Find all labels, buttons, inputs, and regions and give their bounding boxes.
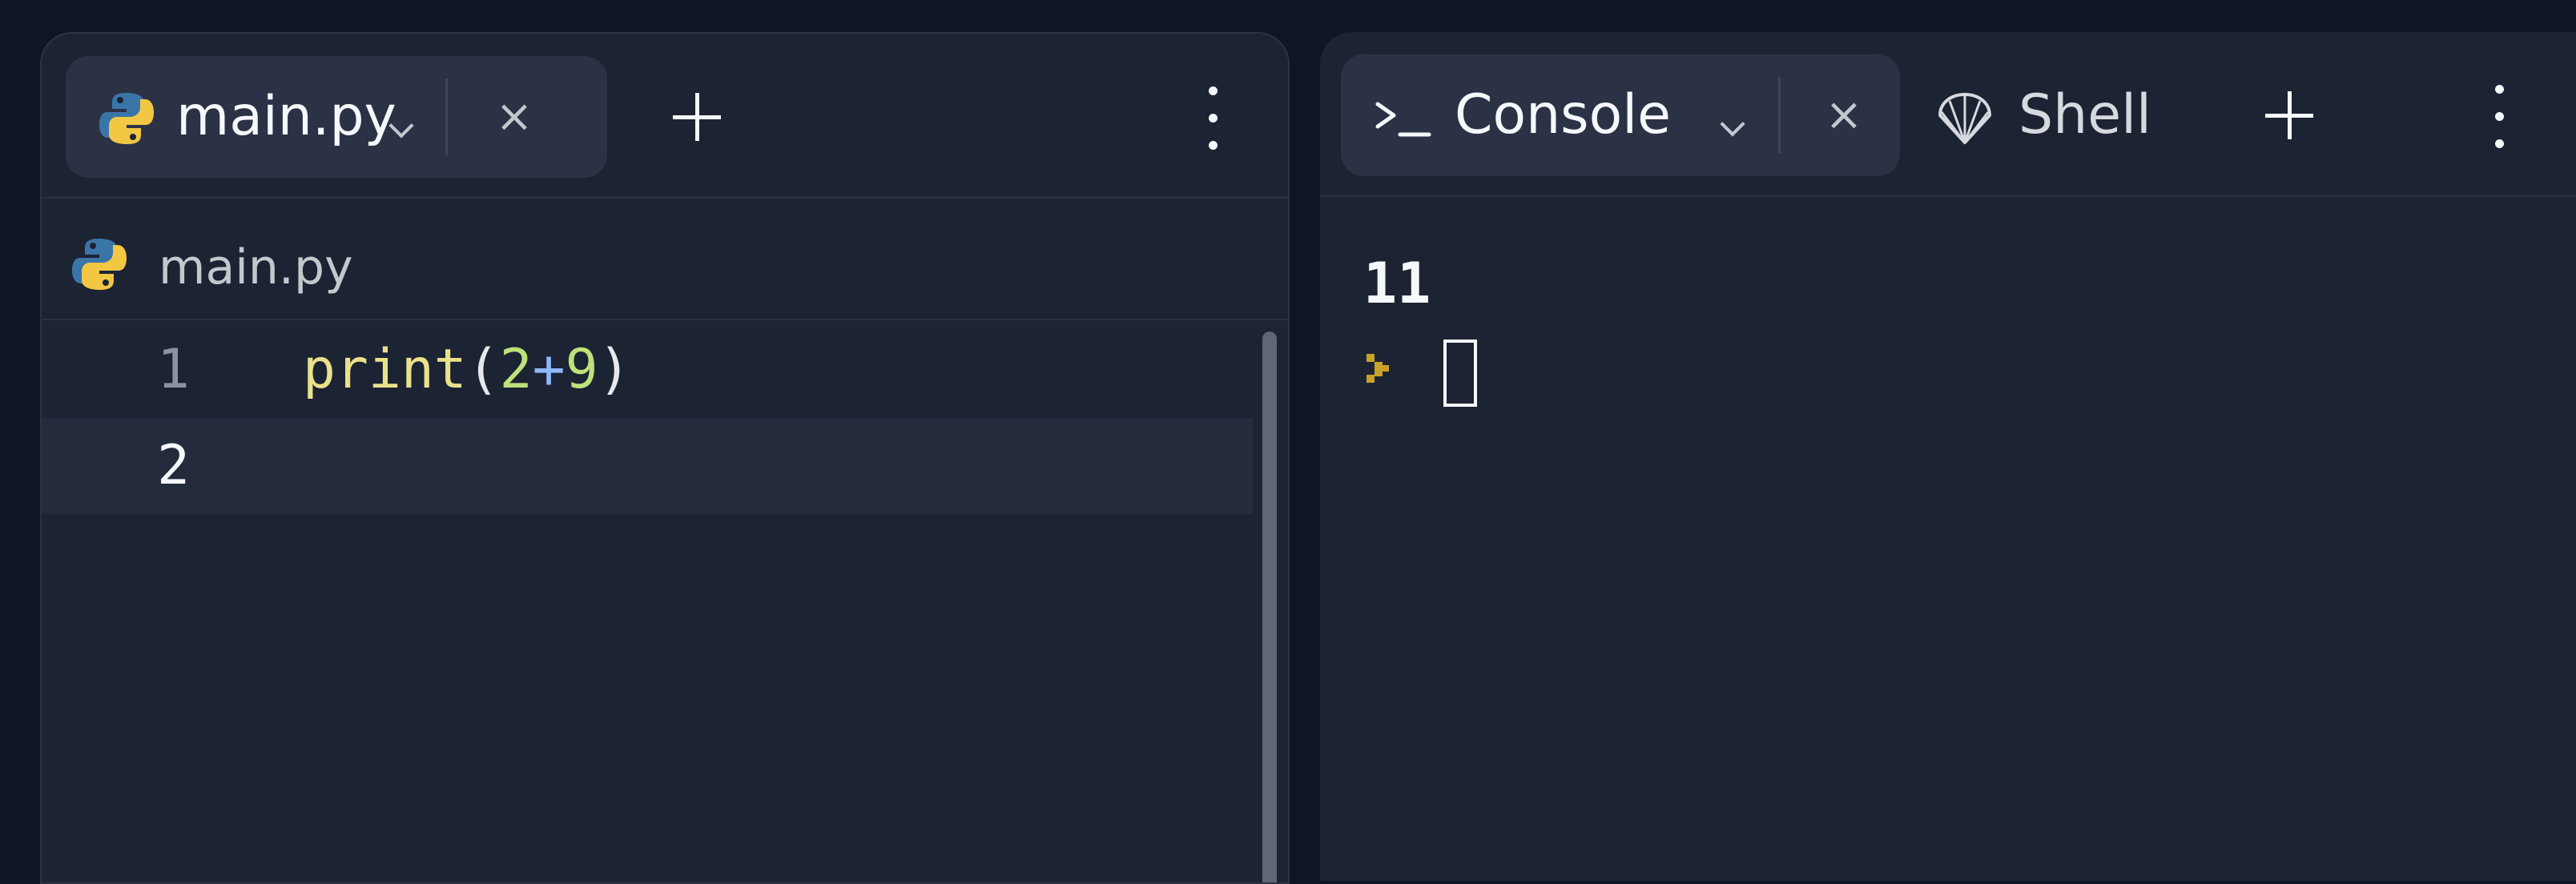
code-token-paren: ( <box>466 338 500 401</box>
python-icon <box>99 93 154 144</box>
line-number: 1 <box>157 338 190 401</box>
close-icon[interactable]: × <box>490 86 538 147</box>
code-token-number: 9 <box>565 338 598 401</box>
add-tab-icon[interactable] <box>2265 91 2313 139</box>
editor-tabbar: main.py × <box>42 34 1288 199</box>
code-token-function: print <box>303 338 467 401</box>
python-icon <box>72 239 127 290</box>
console-tabbar: Console × Shell <box>1320 32 2576 197</box>
tab-main-py[interactable]: main.py × <box>66 56 607 178</box>
console-pane: Console × Shell 11 <box>1320 32 2576 881</box>
code-line-2[interactable]: 2 <box>42 418 1253 514</box>
terminal-prompt-icon <box>1375 102 1431 137</box>
tab-console[interactable]: Console × <box>1341 54 1900 176</box>
breadcrumb-filename[interactable]: main.py <box>159 239 353 296</box>
more-options-icon[interactable] <box>2491 85 2507 149</box>
tab-shell[interactable]: Shell <box>1934 54 2190 176</box>
console-output-line: 11 <box>1363 251 1431 316</box>
code-text[interactable]: print(2+9) <box>303 336 630 404</box>
tab-label: main.py <box>176 85 396 148</box>
editor-pane: main.py × main.py 1 print(2+9) 2 <box>40 32 1290 884</box>
code-token-paren: ) <box>598 338 631 401</box>
code-line-1[interactable]: 1 print(2+9) <box>42 322 1253 418</box>
text-cursor[interactable] <box>1443 340 1477 407</box>
line-number: 2 <box>157 434 190 497</box>
chevron-down-icon[interactable] <box>1720 111 1745 137</box>
close-icon[interactable]: × <box>1820 85 1868 146</box>
more-options-icon[interactable] <box>1205 86 1221 151</box>
tab-divider <box>1778 77 1781 154</box>
tab-divider <box>445 78 448 155</box>
tab-label: Shell <box>2019 83 2151 147</box>
editor-scrollbar[interactable] <box>1262 332 1277 882</box>
shell-icon <box>1938 93 1991 144</box>
console-output-area[interactable]: 11 <box>1320 197 2576 881</box>
code-token-operator: + <box>532 338 566 401</box>
tab-label: Console <box>1455 83 1671 147</box>
code-token-number: 2 <box>499 338 533 401</box>
code-editor[interactable]: 1 print(2+9) 2 <box>42 320 1288 882</box>
file-breadcrumb: main.py <box>42 199 1288 320</box>
prompt-chevron-icon <box>1366 354 1389 383</box>
add-tab-icon[interactable] <box>673 93 721 141</box>
